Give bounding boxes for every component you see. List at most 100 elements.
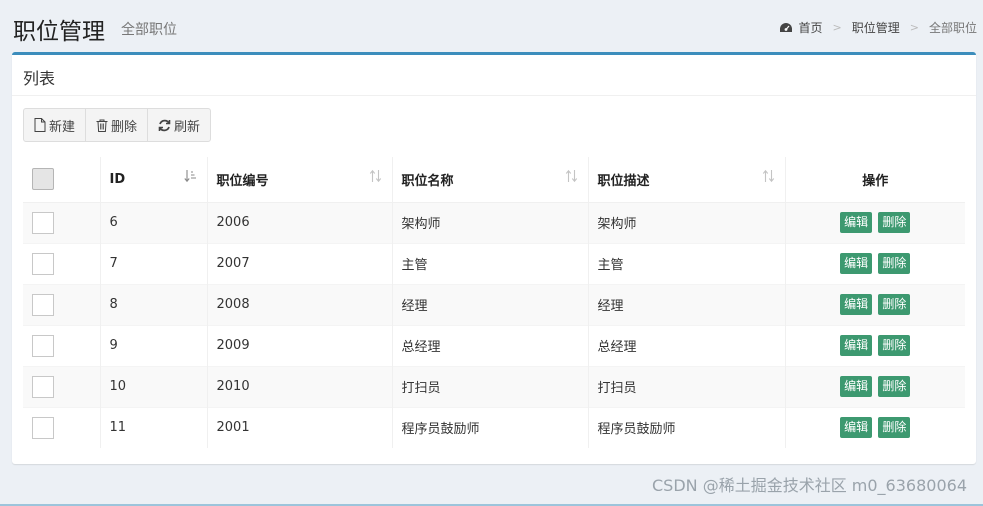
edit-button[interactable]: 编辑 (840, 376, 873, 397)
row-delete-button[interactable]: 删除 (878, 294, 911, 315)
cell-code: 2007 (207, 242, 393, 284)
position-table: ID 职位编号 职位名称 职位描述 操作 6 2006 架构师 架构师 编辑 删… (23, 157, 965, 448)
row-checkbox-cell (23, 324, 101, 366)
cell-id: 11 (100, 406, 208, 448)
cell-name: 总经理 (392, 324, 589, 366)
row-checkbox-cell (23, 201, 101, 243)
cell-code: 2009 (207, 324, 393, 366)
cell-id: 7 (100, 242, 208, 284)
sort-icon (762, 169, 774, 183)
refresh-button[interactable]: 刷新 (147, 108, 212, 142)
row-checkbox-cell (23, 365, 101, 407)
row-checkbox[interactable] (32, 211, 54, 234)
table-row: 8 2008 经理 经理 编辑 删除 (23, 283, 965, 325)
header-name-label: 职位名称 (401, 173, 454, 189)
cell-desc: 总经理 (588, 324, 786, 366)
header-id[interactable]: ID (100, 157, 208, 203)
cell-ops: 编辑 删除 (785, 201, 965, 243)
table-header-row: ID 职位编号 职位名称 职位描述 操作 (23, 157, 965, 203)
watermark: CSDN @稀土掘金技术社区 m0_63680064 (652, 476, 967, 495)
cell-desc: 主管 (588, 242, 786, 284)
header-code-label: 职位编号 (216, 173, 269, 189)
table-wrap: ID 职位编号 职位名称 职位描述 操作 6 2006 架构师 架构师 编辑 删… (23, 157, 965, 448)
cell-ops: 编辑 删除 (785, 283, 965, 325)
row-checkbox[interactable] (32, 375, 54, 398)
sort-icon (565, 169, 577, 183)
list-box: 列表 新建 删除 刷新 ID 职位编号 职位名称 职位描述 操作 6 2006 … (12, 52, 976, 464)
cell-id: 10 (100, 365, 208, 407)
cell-code: 2006 (207, 201, 393, 243)
header-desc-label: 职位描述 (597, 173, 650, 189)
header-ops: 操作 (785, 157, 965, 203)
breadcrumb-current: 全部职位 (928, 21, 977, 35)
cell-name: 经理 (392, 283, 589, 325)
new-button[interactable]: 新建 (23, 108, 87, 142)
trash-icon (96, 119, 108, 132)
cell-code: 2010 (207, 365, 393, 407)
row-checkbox[interactable] (32, 334, 54, 357)
header-checkbox-cell (23, 157, 101, 203)
new-button-label: 新建 (49, 119, 76, 135)
table-row: 9 2009 总经理 总经理 编辑 删除 (23, 324, 965, 366)
delete-button-label: 删除 (111, 119, 138, 135)
cell-name: 主管 (392, 242, 589, 284)
row-checkbox[interactable] (32, 252, 54, 275)
edit-button[interactable]: 编辑 (840, 335, 873, 356)
breadcrumb: 首页 > 职位管理 > 全部职位 (779, 19, 977, 36)
cell-ops: 编辑 删除 (785, 324, 965, 366)
box-header: 列表 (12, 55, 976, 96)
box-title: 列表 (23, 69, 56, 88)
cell-desc: 打扫员 (588, 365, 786, 407)
breadcrumb-separator: > (832, 21, 842, 34)
edit-button[interactable]: 编辑 (840, 417, 873, 439)
header-desc[interactable]: 职位描述 (588, 157, 786, 203)
cell-id: 9 (100, 324, 208, 366)
page-subtitle: 全部职位 (121, 22, 177, 38)
row-checkbox-cell (23, 242, 101, 284)
select-all-checkbox[interactable] (32, 168, 54, 191)
row-delete-button[interactable]: 删除 (878, 335, 911, 356)
delete-button[interactable]: 删除 (85, 108, 149, 142)
table-row: 10 2010 打扫员 打扫员 编辑 删除 (23, 365, 965, 407)
cell-name: 架构师 (392, 201, 589, 243)
breadcrumb-separator: > (909, 21, 919, 34)
row-delete-button[interactable]: 删除 (878, 253, 911, 274)
cell-id: 6 (100, 201, 208, 243)
row-checkbox[interactable] (32, 416, 54, 439)
row-delete-button[interactable]: 删除 (878, 417, 911, 439)
page-title: 职位管理 (13, 19, 105, 45)
refresh-icon (158, 119, 171, 131)
cell-desc: 程序员鼓励师 (588, 406, 786, 448)
row-checkbox-cell (23, 406, 101, 448)
file-icon (34, 118, 46, 132)
edit-button[interactable]: 编辑 (840, 253, 873, 274)
cell-ops: 编辑 删除 (785, 242, 965, 284)
breadcrumb-position-link[interactable]: 职位管理 (852, 19, 900, 36)
row-checkbox[interactable] (32, 293, 54, 316)
cell-id: 8 (100, 283, 208, 325)
header-name[interactable]: 职位名称 (392, 157, 589, 203)
table-row: 6 2006 架构师 架构师 编辑 删除 (23, 201, 965, 243)
header-id-label: ID (109, 171, 126, 187)
sort-icon (369, 169, 381, 183)
header-code[interactable]: 职位编号 (207, 157, 393, 203)
edit-button[interactable]: 编辑 (840, 212, 873, 233)
content-header: 职位管理 全部职位 首页 > 职位管理 > 全部职位 (13, 10, 977, 46)
refresh-button-label: 刷新 (174, 119, 201, 135)
cell-code: 2001 (207, 406, 393, 448)
cell-code: 2008 (207, 283, 393, 325)
toolbar: 新建 删除 刷新 (23, 108, 212, 142)
cell-desc: 架构师 (588, 201, 786, 243)
breadcrumb-home-link[interactable]: 首页 (799, 19, 823, 36)
cell-desc: 经理 (588, 283, 786, 325)
cell-name: 程序员鼓励师 (392, 406, 589, 448)
cell-ops: 编辑 删除 (785, 365, 965, 407)
cell-ops: 编辑 删除 (785, 406, 965, 448)
edit-button[interactable]: 编辑 (840, 294, 873, 315)
row-delete-button[interactable]: 删除 (878, 212, 911, 233)
row-delete-button[interactable]: 删除 (878, 376, 911, 397)
cell-name: 打扫员 (392, 365, 589, 407)
sort-asc-icon (183, 170, 196, 183)
table-row: 11 2001 程序员鼓励师 程序员鼓励师 编辑 删除 (23, 406, 965, 448)
table-row: 7 2007 主管 主管 编辑 删除 (23, 242, 965, 284)
